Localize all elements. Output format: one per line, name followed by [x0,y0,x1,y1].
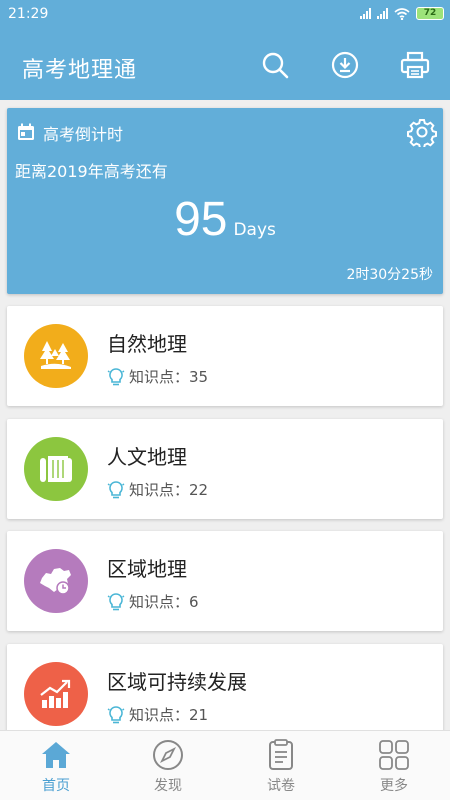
wifi-icon [394,7,410,20]
countdown-card: 高考倒计时 距离2019年高考还有 95 Days 2时30分25秒 [7,108,443,294]
category-title: 区域地理 [107,557,187,581]
gear-icon [407,119,437,149]
category-meta: 知识点：35 [107,366,208,387]
category-title: 人文地理 [107,445,187,469]
status-icons: 72 [360,7,444,20]
knowledge-points: 知识点：6 [129,593,199,611]
status-time: 21:29 [8,6,49,22]
battery-icon: 72 [416,7,444,20]
home-icon [42,742,70,768]
status-bar: 21:29 72 [0,0,450,30]
hd-signal-icon [360,8,371,19]
download-icon [331,51,359,79]
category-icon-bg [24,437,88,501]
knowledge-points: 知识点：35 [129,368,209,386]
signal-icon [377,8,388,19]
countdown-subtitle: 距离2019年高考还有 [15,162,168,181]
lightbulb-icon [107,480,125,498]
category-meta: 知识点：22 [107,479,208,500]
lightbulb-icon [107,367,125,385]
scroll-icon [40,456,72,482]
nav-home[interactable]: 首页 [0,731,112,800]
china-map-icon [40,568,71,595]
nav-icon-wrap [378,739,410,771]
category-card-regional-geography[interactable]: 区域地理 知识点：6 [7,531,443,631]
lightbulb-icon [107,705,125,723]
category-card-sustainable-development[interactable]: 区域可持续发展 知识点：21 [7,644,443,744]
countdown-title: 高考倒计时 [43,125,124,144]
knowledge-points: 知识点：22 [129,481,209,499]
days-unit: Days [233,220,276,240]
grid-icon [379,740,409,770]
nav-icon-wrap [265,739,297,771]
nav-label: 发现 [154,778,182,794]
printer-icon [400,51,430,79]
search-icon [262,52,289,79]
lightbulb-icon [107,592,125,610]
category-icon-bg [24,662,88,726]
countdown-settings-button[interactable] [407,117,437,151]
category-card-human-geography[interactable]: 人文地理 知识点：22 [7,419,443,519]
category-meta: 知识点：6 [107,591,199,612]
nav-icon-wrap [152,739,184,771]
app-title: 高考地理通 [22,58,138,83]
paper-icon [269,739,293,770]
nav-more[interactable]: 更多 [338,731,450,800]
forest-icon [40,341,71,369]
category-title: 区域可持续发展 [107,670,247,694]
bottom-nav: 首页 发现 试卷 更多 [0,730,450,800]
nav-label: 首页 [42,778,70,794]
days-number: 95 [174,193,228,246]
countdown-days: 95 Days [7,192,443,247]
nav-icon-wrap [40,739,72,771]
nav-discover[interactable]: 发现 [112,731,224,800]
category-meta: 知识点：21 [107,704,208,725]
calendar-icon [18,123,34,140]
nav-label: 试卷 [267,778,295,794]
search-button[interactable] [257,47,293,83]
category-card-natural-geography[interactable]: 自然地理 知识点：35 [7,306,443,406]
nav-label: 更多 [380,778,408,794]
download-button[interactable] [327,47,363,83]
category-icon-bg [24,549,88,613]
app-bar: 高考地理通 [0,30,450,100]
category-title: 自然地理 [107,332,187,356]
growth-chart-icon [40,679,71,708]
category-icon-bg [24,324,88,388]
compass-icon [153,740,183,770]
nav-papers[interactable]: 试卷 [225,731,337,800]
knowledge-points: 知识点：21 [129,706,209,724]
countdown-time-left: 2时30分25秒 [346,267,433,283]
print-button[interactable] [397,47,433,83]
